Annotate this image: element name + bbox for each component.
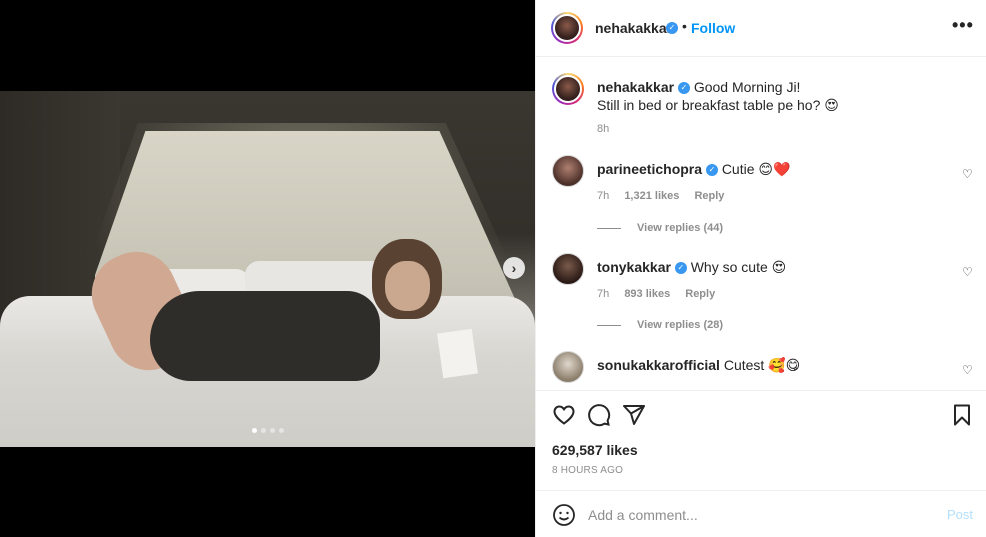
comment-username[interactable]: sonukakkarofficial xyxy=(597,357,720,373)
comment-text: parineetichopra ✓ Cutie 😊❤️ xyxy=(597,160,957,178)
heart-icon[interactable] xyxy=(552,403,576,427)
comment-meta: 7h 893 likes Reply xyxy=(597,288,727,300)
comment-meta: 7h 1,321 likes Reply xyxy=(597,190,736,202)
post-side-panel: nehakakkar ✓ • Follow ••• nehakakkar ✓ G… xyxy=(535,0,986,537)
commenter-avatar[interactable] xyxy=(552,155,584,187)
comment-time: 7h xyxy=(597,190,610,202)
caption-meta: 8h xyxy=(597,123,621,135)
comments-list[interactable]: nehakakkar ✓ Good Morning Ji! Still in b… xyxy=(536,57,986,390)
likes-count[interactable]: 629,587 likes xyxy=(552,442,638,458)
comment-body: Cutest 🥰😋 xyxy=(723,357,801,373)
add-comment-bar: Post xyxy=(536,490,986,537)
bookmark-icon[interactable] xyxy=(950,403,974,427)
view-replies-label: View replies (44) xyxy=(637,222,724,234)
post-header: nehakakkar ✓ • Follow ••• xyxy=(536,0,986,57)
view-replies-line xyxy=(597,227,621,229)
post-timestamp: 8 HOURS AGO xyxy=(552,465,624,476)
commenter-avatar[interactable] xyxy=(552,351,584,383)
share-icon[interactable] xyxy=(622,403,646,427)
comment-likes[interactable]: 893 likes xyxy=(624,288,670,300)
verified-badge-icon: ✓ xyxy=(705,164,718,177)
chevron-right-icon: › xyxy=(511,260,517,276)
comment-reply-button[interactable]: Reply xyxy=(685,288,715,300)
verified-badge-icon: ✓ xyxy=(666,22,678,34)
author-avatar[interactable] xyxy=(552,73,584,105)
view-replies-label: View replies (28) xyxy=(637,319,724,331)
comment-like-heart-icon[interactable]: ♡ xyxy=(962,167,973,181)
comment-body: Why so cute 😍 xyxy=(690,259,787,275)
comment-username[interactable]: tonykakkar xyxy=(597,259,671,275)
carousel-dot xyxy=(279,428,284,433)
comment-like-heart-icon[interactable]: ♡ xyxy=(962,363,973,377)
view-replies-button[interactable]: View replies (44) xyxy=(597,222,723,234)
verified-badge-icon: ✓ xyxy=(674,262,687,275)
verified-badge-icon: ✓ xyxy=(677,82,690,95)
author-username[interactable]: nehakakkar xyxy=(595,20,672,36)
header-separator: • xyxy=(682,18,687,34)
caption-line2: Still in bed or breakfast table pe ho? 😍 xyxy=(597,97,839,113)
post-comment-button[interactable]: Post xyxy=(947,507,973,522)
caption-line1: Good Morning Ji! xyxy=(693,79,801,95)
comment-icon[interactable] xyxy=(587,403,611,427)
carousel-dot xyxy=(261,428,266,433)
emoji-icon[interactable] xyxy=(552,503,576,527)
commenter-avatar[interactable] xyxy=(552,253,584,285)
photo-person-face xyxy=(385,261,430,311)
comment-username[interactable]: parineetichopra xyxy=(597,161,702,177)
carousel-dot xyxy=(252,428,257,433)
carousel-next-button[interactable]: › xyxy=(503,257,525,279)
view-replies-line xyxy=(597,324,621,326)
carousel-dot xyxy=(270,428,275,433)
photo-paper xyxy=(437,328,478,379)
comment-body: Cutie 😊❤️ xyxy=(721,161,791,177)
comment-time: 7h xyxy=(597,288,610,300)
caption-time: 8h xyxy=(597,123,610,135)
comment-likes[interactable]: 1,321 likes xyxy=(624,190,679,202)
follow-button[interactable]: Follow xyxy=(691,20,735,36)
comment-input[interactable] xyxy=(588,504,928,526)
comment-like-heart-icon[interactable]: ♡ xyxy=(962,265,973,279)
more-options-icon[interactable]: ••• xyxy=(952,15,974,36)
view-replies-button[interactable]: View replies (28) xyxy=(597,319,723,331)
post-actions: 629,587 likes 8 HOURS AGO xyxy=(536,390,986,490)
author-avatar[interactable] xyxy=(551,12,583,44)
photo-person-body xyxy=(150,291,380,381)
caption-text: nehakakkar ✓ Good Morning Ji! Still in b… xyxy=(597,78,957,114)
carousel-dots xyxy=(252,428,284,433)
post-media: › xyxy=(0,0,535,537)
post-photo[interactable] xyxy=(0,91,535,447)
comment-text: sonukakkarofficial Cutest 🥰😋 xyxy=(597,356,957,374)
comment-text: tonykakkar ✓ Why so cute 😍 xyxy=(597,258,957,276)
caption-username[interactable]: nehakakkar xyxy=(597,79,674,95)
comment-reply-button[interactable]: Reply xyxy=(694,190,724,202)
